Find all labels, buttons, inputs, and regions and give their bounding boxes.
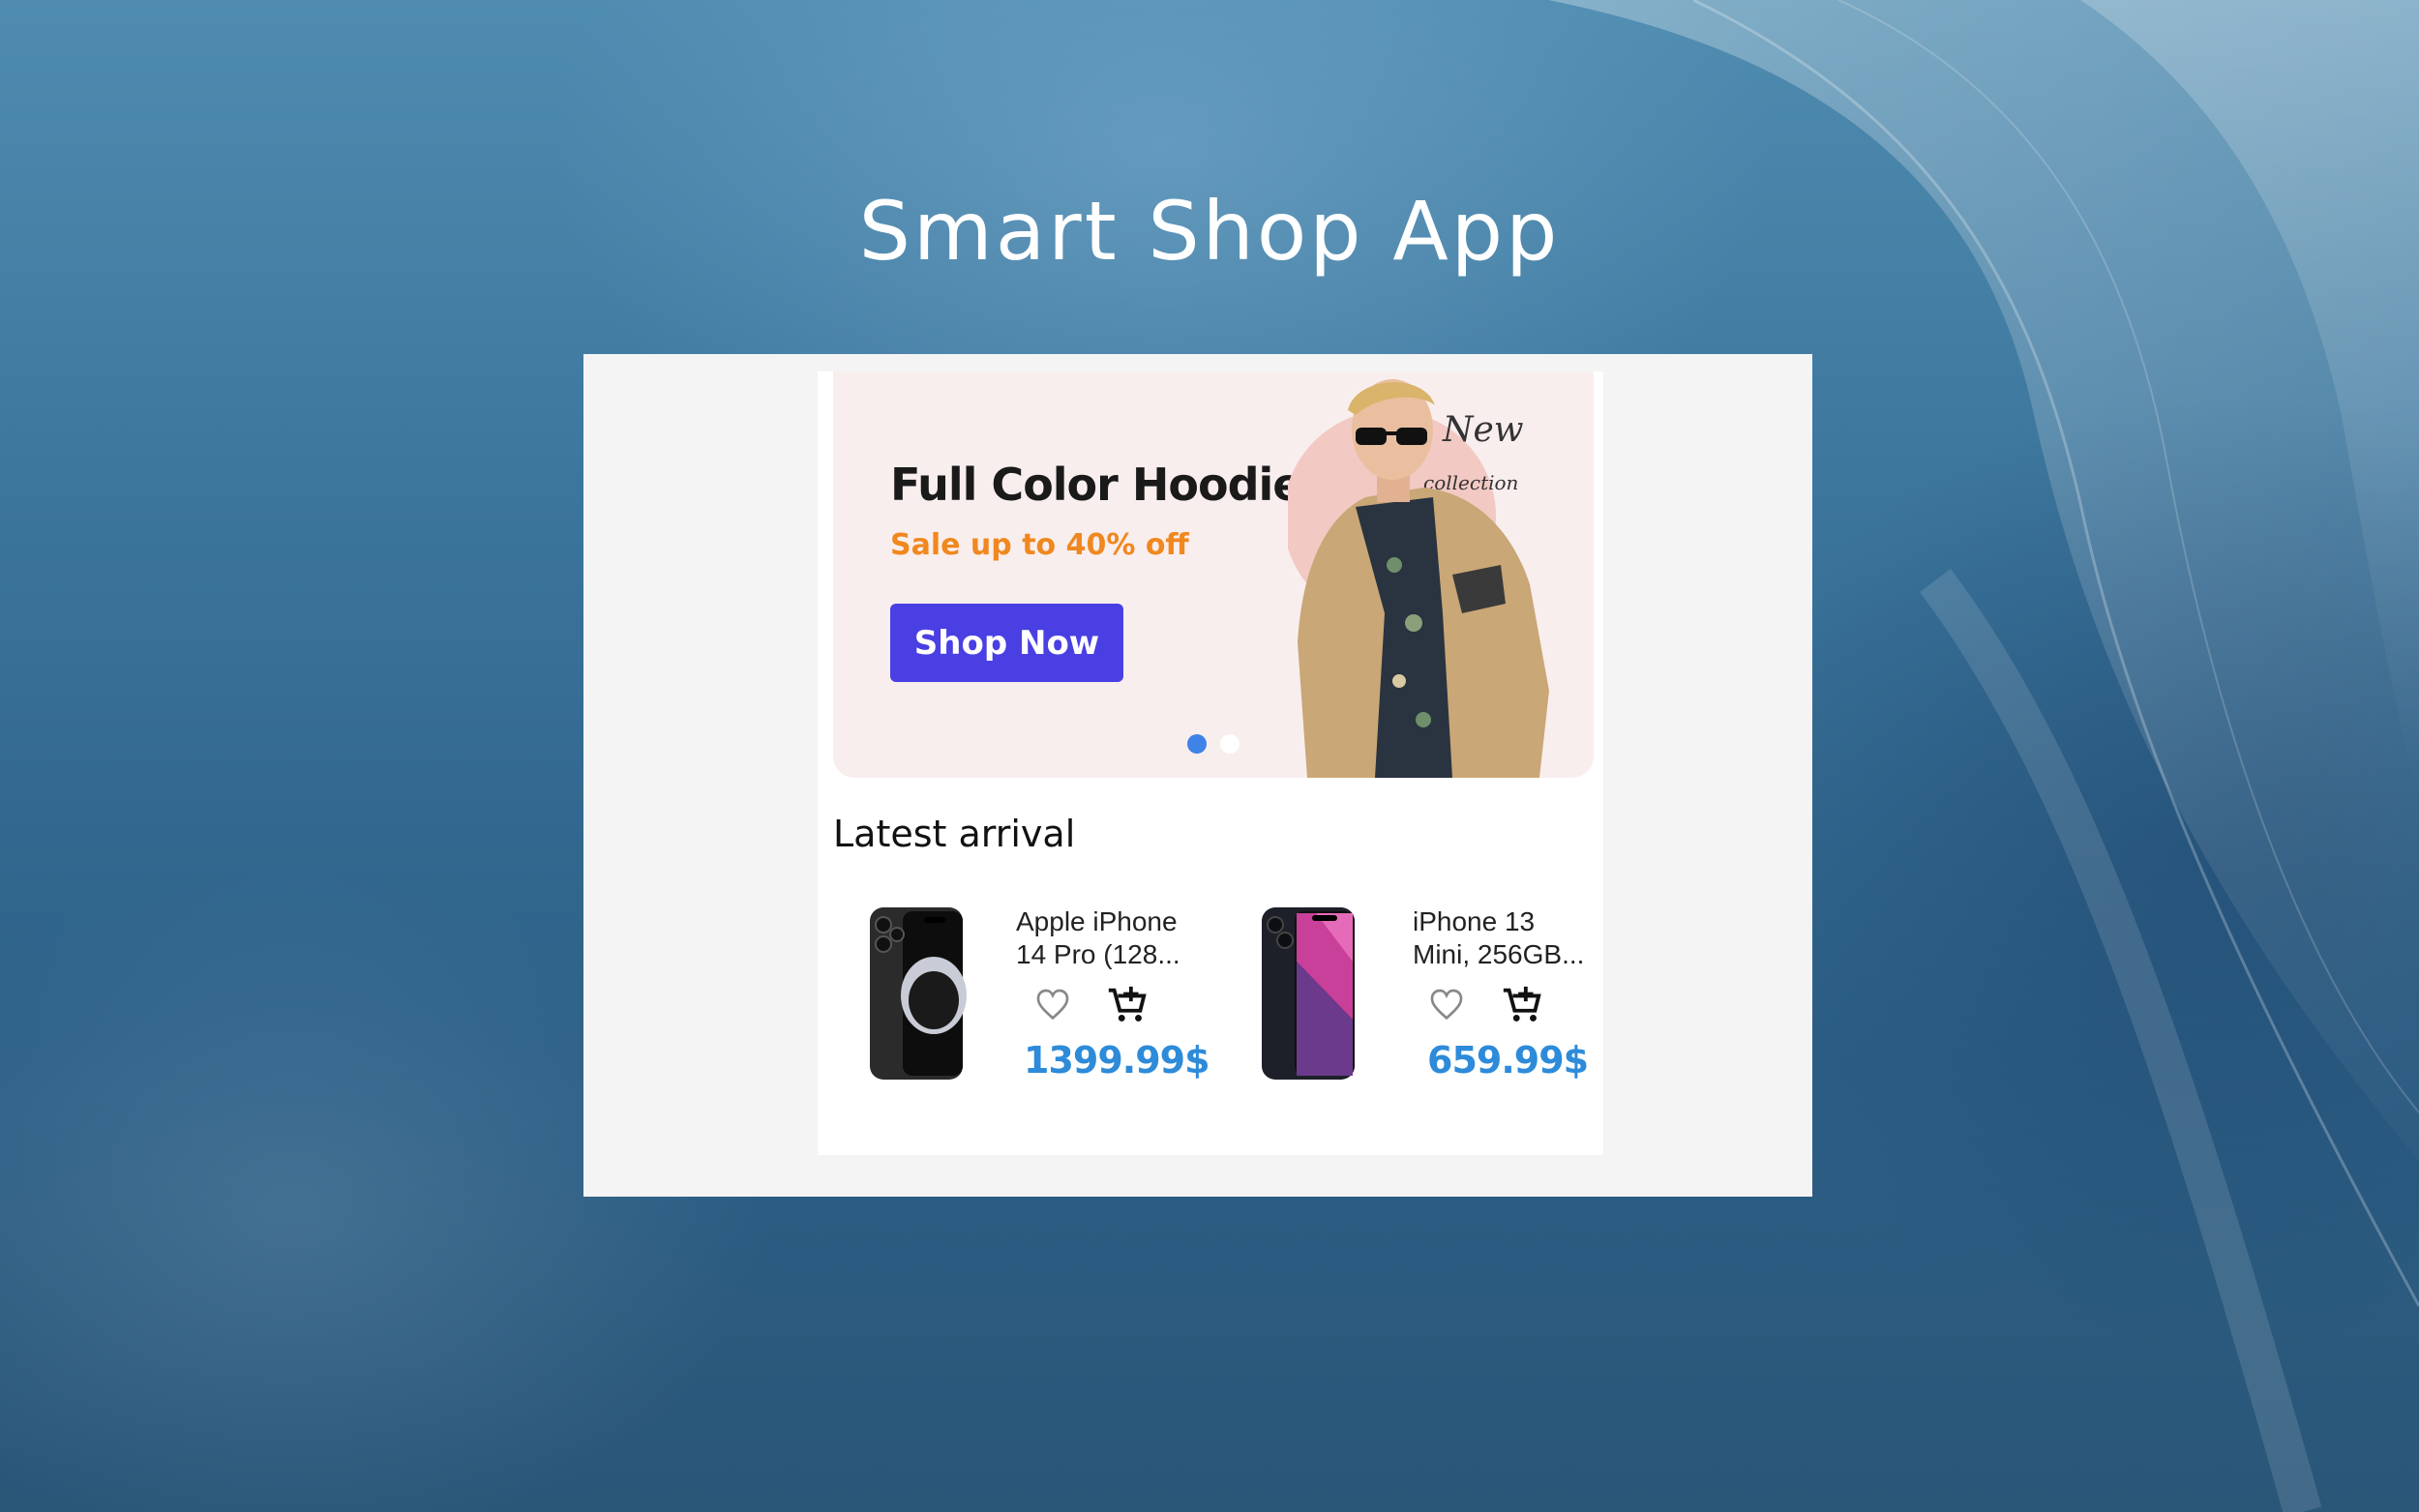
- banner-subtitle: Sale up to 40% off: [890, 528, 1189, 562]
- banner-title: Full Color Hoodie: [890, 459, 1302, 511]
- product-image-iphone-13-mini: [1262, 907, 1355, 1080]
- product-name: Apple iPhone 14 Pro (128...: [1016, 906, 1180, 969]
- carousel-dot[interactable]: [1220, 734, 1239, 754]
- heart-outline-icon[interactable]: [1029, 981, 1077, 1029]
- add-to-cart-icon[interactable]: [1498, 981, 1546, 1029]
- latest-arrival-heading: Latest arrival: [833, 813, 1076, 855]
- product-price: 1399.99$: [1024, 1039, 1210, 1082]
- product-card[interactable]: iPhone 13 Mini, 256GB... 659.99$: [1258, 904, 1626, 1097]
- product-name: iPhone 13 Mini, 256GB...: [1413, 906, 1585, 969]
- product-card[interactable]: Apple iPhone 14 Pro (128... 1399.99$: [866, 904, 1234, 1097]
- promo-banner[interactable]: Full Color Hoodie Sale up to 40% off Sho…: [833, 371, 1594, 778]
- heart-outline-icon[interactable]: [1422, 981, 1471, 1029]
- banner-model-image: New collection: [1288, 379, 1549, 778]
- carousel-indicator: [1187, 734, 1239, 754]
- app-screen: Full Color Hoodie Sale up to 40% off Sho…: [818, 371, 1603, 1155]
- badge-new-text: New: [1442, 410, 1524, 450]
- add-to-cart-icon[interactable]: [1103, 981, 1151, 1029]
- page-title: Smart Shop App: [858, 184, 1561, 279]
- carousel-dot-active[interactable]: [1187, 734, 1207, 754]
- shop-now-button[interactable]: Shop Now: [890, 604, 1123, 682]
- product-price: 659.99$: [1427, 1039, 1589, 1082]
- screenshot-frame: Full Color Hoodie Sale up to 40% off Sho…: [583, 354, 1812, 1197]
- product-image-iphone-14-pro: [870, 907, 967, 1080]
